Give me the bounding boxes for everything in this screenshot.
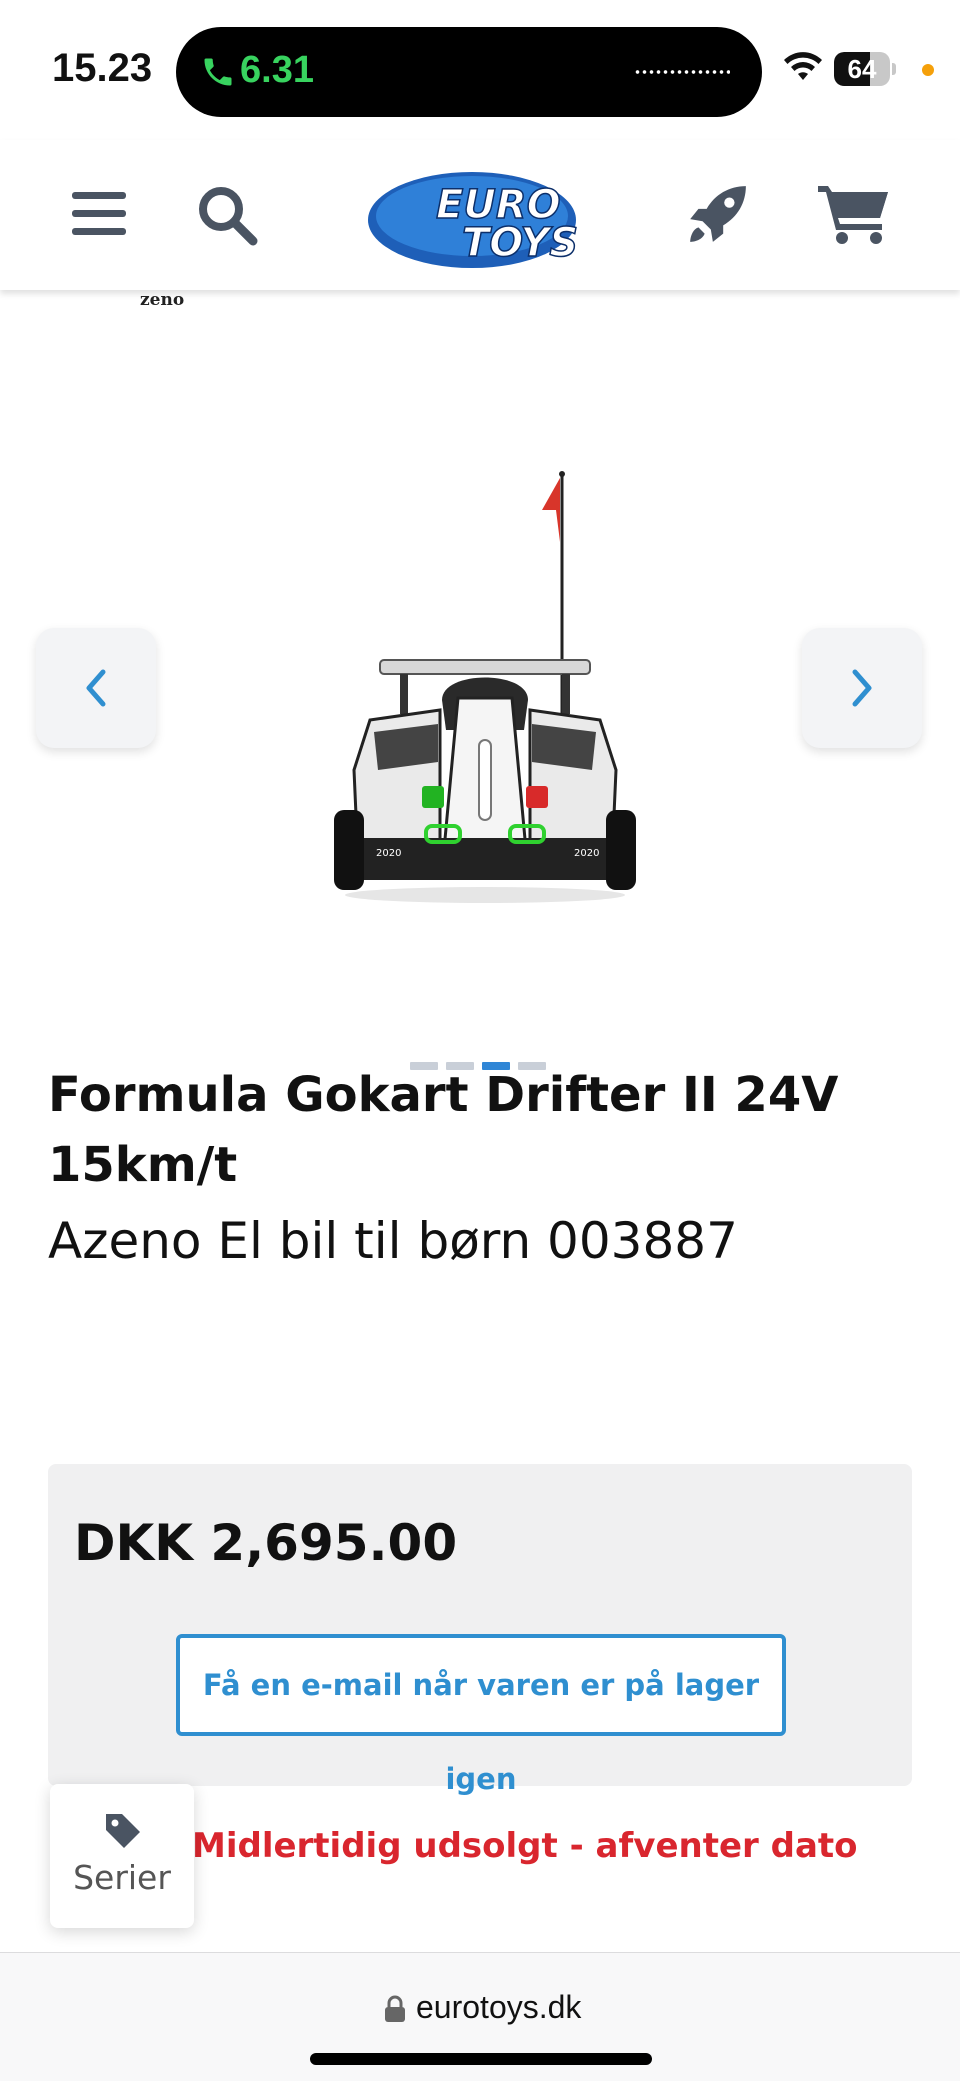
phone-icon xyxy=(204,58,232,86)
series-button[interactable]: Serier xyxy=(50,1784,194,1928)
url-text[interactable]: eurotoys.dk xyxy=(416,1989,581,2026)
lock-icon xyxy=(385,1995,405,2022)
menu-icon[interactable] xyxy=(72,190,126,238)
svg-text:2020: 2020 xyxy=(376,848,401,859)
product-title: Formula Gokart Drifter II 24V 15km/t xyxy=(48,1067,839,1193)
home-indicator[interactable] xyxy=(310,2053,652,2065)
eurotoys-logo[interactable]: EURO TOYS xyxy=(366,166,578,270)
chevron-left-icon xyxy=(86,669,106,707)
product-image[interactable]: 2020 2020 xyxy=(330,470,640,910)
stock-status: Midlertidig udsolgt - afventer dato xyxy=(192,1826,858,1866)
chevron-right-icon xyxy=(852,669,872,707)
notify-when-in-stock-button[interactable]: Få en e-mail når varen er på lager igen xyxy=(176,1634,786,1796)
wifi-icon xyxy=(784,52,822,80)
browser-address-bar[interactable]: eurotoys.dk xyxy=(0,1952,960,2081)
product-price: DKK 2,695.00 xyxy=(74,1514,458,1572)
dynamic-island[interactable]: 6.31 xyxy=(176,27,762,117)
previous-image-button[interactable] xyxy=(36,628,156,748)
price-box: DKK 2,695.00 Få en e-mail når varen er p… xyxy=(48,1464,912,1796)
status-bar: 15.23 6.31 64 xyxy=(0,0,960,140)
tag-icon xyxy=(106,1814,140,1848)
brand-watermark: zeno xyxy=(140,290,185,310)
status-time: 15.23 xyxy=(52,46,153,90)
audio-waveform xyxy=(634,70,730,74)
series-label: Serier xyxy=(73,1858,171,1897)
cart-icon[interactable] xyxy=(818,182,890,246)
battery-level: 64 xyxy=(847,54,877,84)
next-image-button[interactable] xyxy=(802,628,922,748)
site-header: EURO TOYS xyxy=(0,140,960,290)
svg-text:2020: 2020 xyxy=(574,848,599,859)
product-subtitle: Azeno El bil til børn 003887 xyxy=(48,1212,738,1270)
battery-indicator: 64 xyxy=(834,52,896,86)
search-icon[interactable] xyxy=(196,184,258,246)
rocket-icon[interactable] xyxy=(684,182,750,248)
privacy-indicator xyxy=(922,64,934,76)
call-duration: 6.31 xyxy=(240,49,314,91)
svg-text:TOYS: TOYS xyxy=(462,220,578,266)
product-gallery[interactable]: zeno 2020 2020 xyxy=(0,290,960,1080)
